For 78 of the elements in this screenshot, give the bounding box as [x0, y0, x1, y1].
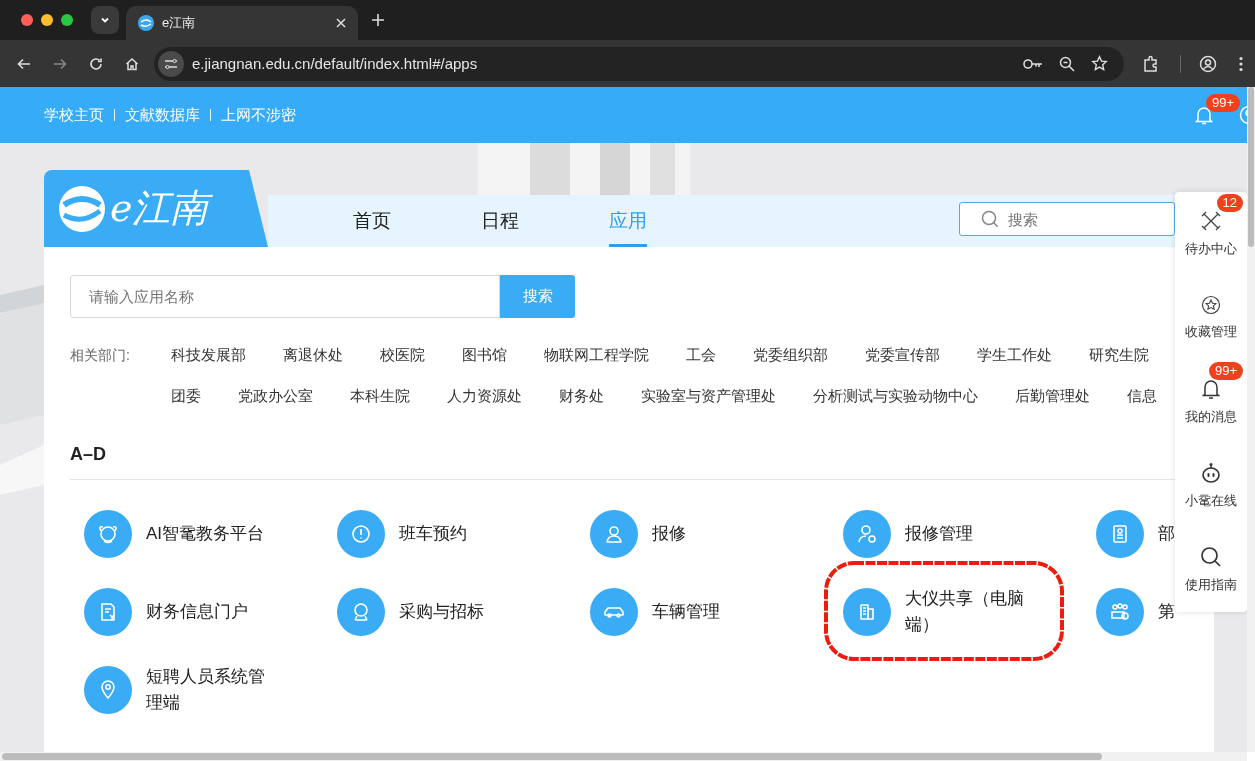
department-link[interactable]: 物联网工程学院: [544, 344, 649, 366]
extensions-icon[interactable]: [1142, 54, 1160, 73]
maximize-window-button[interactable]: [61, 14, 73, 26]
profile-icon[interactable]: [1199, 54, 1217, 73]
robot-icon: [1200, 462, 1222, 484]
home-icon[interactable]: [124, 55, 140, 72]
scrollbar-thumb[interactable]: [2, 753, 1102, 760]
sidebar-item[interactable]: 收藏管理: [1175, 276, 1247, 360]
reload-icon[interactable]: [88, 55, 104, 72]
department-link[interactable]: 人力资源处: [447, 385, 522, 407]
app-name[interactable]: 财务信息门户: [146, 599, 248, 625]
zoom-icon[interactable]: [1059, 55, 1075, 72]
department-link[interactable]: 分析测试与实验动物中心: [813, 385, 978, 407]
close-icon[interactable]: [336, 18, 346, 28]
department-link[interactable]: 信息: [1127, 385, 1157, 407]
person-icon[interactable]: [590, 510, 638, 558]
person-gear-icon[interactable]: [843, 510, 891, 558]
sidebar-item[interactable]: 小鼋在线: [1175, 444, 1247, 528]
department-link[interactable]: 科技发展部: [171, 344, 246, 366]
department-link[interactable]: 后勤管理处: [1015, 385, 1090, 407]
bell-icon[interactable]: [1195, 105, 1213, 125]
minimize-window-button[interactable]: [41, 14, 53, 26]
department-link[interactable]: 党委宣传部: [865, 344, 940, 366]
bookmark-star-icon[interactable]: [1091, 55, 1108, 72]
address-bar[interactable]: e.jiangnan.edu.cn/default/index.html#/apps: [154, 46, 1124, 81]
notification-badge: 99+: [1206, 93, 1241, 112]
app-name[interactable]: 报修: [652, 521, 686, 547]
bell-icon: [1201, 378, 1221, 400]
app-name[interactable]: AI智鼋教务平台: [146, 521, 265, 547]
app-name[interactable]: 部: [1158, 521, 1175, 547]
app-name[interactable]: 第: [1158, 599, 1175, 625]
menu-icon[interactable]: [1239, 55, 1243, 72]
search-field[interactable]: 搜索: [959, 202, 1175, 236]
logo-icon: [58, 184, 106, 233]
receipt-icon[interactable]: [84, 588, 132, 636]
tools-icon: [1200, 210, 1222, 232]
search-icon: [1200, 546, 1222, 568]
department-link[interactable]: 校医院: [380, 344, 425, 366]
department-link[interactable]: 研究生院: [1089, 344, 1149, 366]
department-link[interactable]: 本科生院: [350, 385, 410, 407]
department-link[interactable]: 党委组织部: [753, 344, 828, 366]
location-pin-icon[interactable]: [84, 666, 132, 714]
app-name[interactable]: 车辆管理: [652, 599, 720, 625]
count-badge: 99+: [1208, 362, 1243, 380]
nav-tab[interactable]: 首页: [353, 195, 391, 247]
document-icon[interactable]: [1096, 510, 1144, 558]
department-link[interactable]: 实验室与资产管理处: [641, 385, 776, 407]
group-search-icon[interactable]: [1096, 588, 1144, 636]
tab-list-button[interactable]: [91, 6, 119, 34]
count-badge: 12: [1216, 194, 1243, 212]
departments-label: 相关部门:: [70, 346, 131, 365]
building-icon[interactable]: [843, 588, 891, 636]
department-link[interactable]: 学生工作处: [977, 344, 1052, 366]
app-name[interactable]: 班车预约: [399, 521, 467, 547]
app-name[interactable]: 采购与招标: [399, 599, 484, 625]
site-settings-icon[interactable]: [158, 50, 184, 77]
scrollbar-thumb[interactable]: [1248, 87, 1254, 247]
sidebar-item[interactable]: 待办中心 12: [1175, 192, 1247, 276]
department-link[interactable]: 财务处: [559, 385, 604, 407]
browser-tab[interactable]: e江南: [126, 6, 358, 40]
sidebar-item[interactable]: 我的消息 99+: [1175, 360, 1247, 444]
department-link[interactable]: 团委: [171, 385, 201, 407]
app-name[interactable]: 报修管理: [905, 521, 973, 547]
sidebar-item[interactable]: 使用指南: [1175, 528, 1247, 612]
close-window-button[interactable]: [21, 14, 33, 26]
favicon-icon: [138, 15, 154, 31]
department-link[interactable]: 图书馆: [462, 344, 507, 366]
new-tab-icon[interactable]: [372, 14, 384, 26]
department-link[interactable]: 工会: [686, 344, 716, 366]
app-search-field[interactable]: 请输入应用名称: [70, 275, 500, 318]
section-heading: A–D: [70, 444, 106, 465]
nav-tab[interactable]: 日程: [481, 195, 519, 247]
department-link[interactable]: 党政办公室: [238, 385, 313, 407]
key-icon[interactable]: [1023, 57, 1043, 70]
app-name[interactable]: 短聘人员系统管理端: [146, 664, 274, 716]
car-icon[interactable]: [590, 588, 638, 636]
department-link[interactable]: 离退休处: [283, 344, 343, 366]
search-icon: [981, 210, 999, 228]
